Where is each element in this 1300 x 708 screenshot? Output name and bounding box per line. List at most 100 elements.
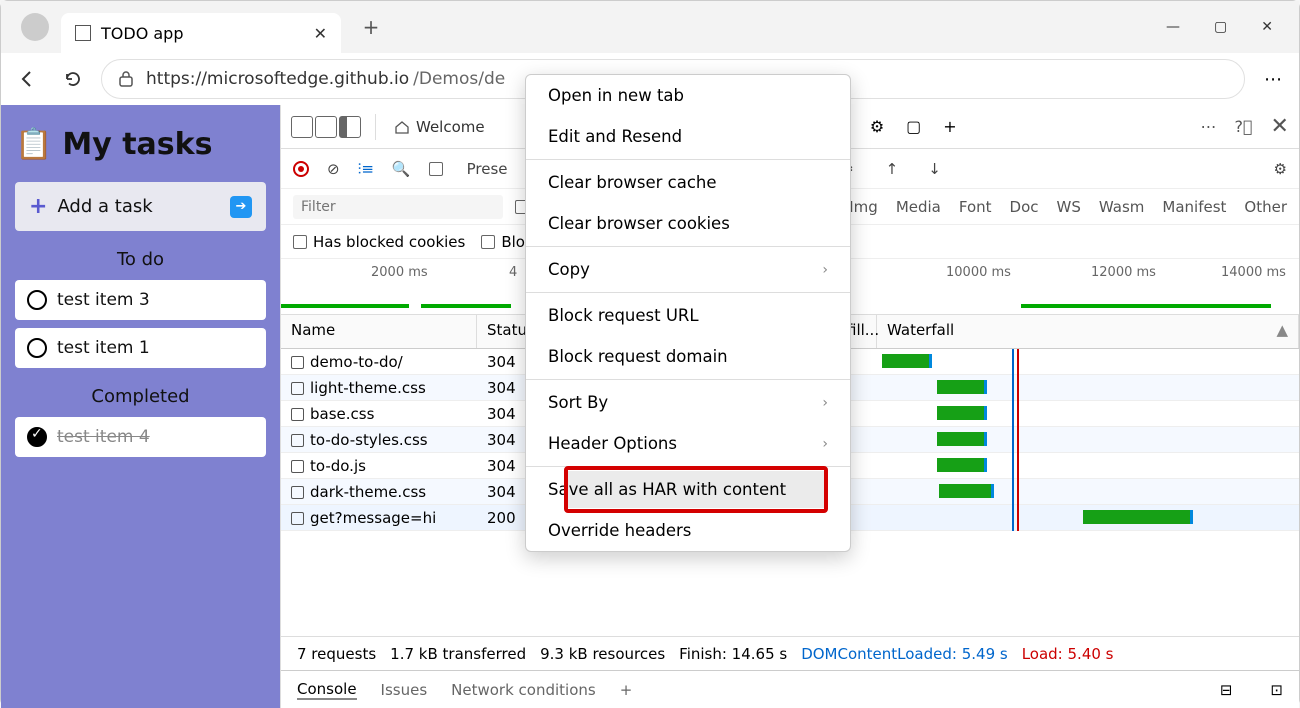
summary-resources: 9.3 kB resources [540, 645, 665, 663]
ctx-save-har[interactable]: Save all as HAR with content [526, 469, 850, 510]
app-header: 📋 My tasks [15, 127, 266, 162]
upload-icon[interactable]: ↑ [886, 160, 899, 178]
task-item[interactable]: test item 3 [15, 280, 266, 320]
ctx-override-headers[interactable]: Override headers [526, 510, 850, 551]
stylesheet-icon [291, 486, 304, 499]
clipboard-icon: 📋 [15, 127, 52, 162]
drawer-expand-icon[interactable]: ⊟ [1220, 681, 1233, 699]
dock-side-icon[interactable]: ▢ [906, 117, 921, 136]
summary-finish: Finish: 14.65 s [679, 645, 787, 663]
add-task-button[interactable]: + Add a task ➔ [15, 182, 266, 231]
ctx-edit-resend[interactable]: Edit and Resend [526, 116, 850, 157]
preserve-log-checkbox[interactable] [429, 162, 443, 176]
summary-dcl: DOMContentLoaded: 5.49 s [801, 645, 1008, 663]
filter-input[interactable] [293, 195, 503, 219]
settings-gear-icon[interactable]: ⚙ [870, 117, 884, 136]
add-task-label: Add a task [57, 196, 152, 217]
task-label: test item 1 [57, 338, 150, 358]
todo-app-panel: 📋 My tasks + Add a task ➔ To do test ite… [1, 105, 280, 708]
preserve-log-label: Prese [467, 160, 508, 178]
task-item[interactable]: test item 1 [15, 328, 266, 368]
chip-manifest[interactable]: Manifest [1162, 198, 1226, 216]
submit-arrow-icon[interactable]: ➔ [230, 196, 252, 218]
blocked-cookies-checkbox[interactable] [293, 235, 307, 249]
ctx-sort-by[interactable]: Sort By› [526, 382, 850, 423]
search-icon[interactable]: 🔍 [392, 160, 411, 178]
devtools-drawer: Console Issues Network conditions + ⊟ ⊡ [281, 670, 1299, 708]
ctx-clear-cookies[interactable]: Clear browser cookies [526, 203, 850, 244]
ctx-header-options[interactable]: Header Options› [526, 423, 850, 464]
ctx-clear-cache[interactable]: Clear browser cache [526, 162, 850, 203]
chip-ws[interactable]: WS [1057, 198, 1081, 216]
app-title: My tasks [62, 127, 212, 162]
col-name[interactable]: Name [281, 315, 477, 348]
chip-font[interactable]: Font [959, 198, 992, 216]
stylesheet-icon [291, 408, 304, 421]
maximize-icon[interactable]: ▢ [1214, 19, 1227, 35]
filter-toggle-icon[interactable]: ⫶≡ [358, 160, 374, 178]
tab-favicon [75, 25, 91, 41]
chip-doc[interactable]: Doc [1010, 198, 1039, 216]
task-label: test item 3 [57, 290, 150, 310]
ctx-copy[interactable]: Copy› [526, 249, 850, 290]
context-menu: Open in new tab Edit and Resend Clear br… [525, 74, 851, 552]
panel-settings-icon[interactable]: ⚙ [1274, 160, 1287, 178]
profile-avatar[interactable] [21, 13, 49, 41]
clear-icon[interactable]: ⊘ [327, 160, 340, 178]
close-tab-icon[interactable]: ✕ [314, 24, 327, 43]
completed-section-label: Completed [15, 386, 266, 407]
drawer-issues[interactable]: Issues [381, 681, 428, 699]
stylesheet-icon [291, 434, 304, 447]
blocked-cookies-label: Has blocked cookies [313, 233, 465, 251]
minimize-icon[interactable]: — [1166, 19, 1180, 35]
refresh-button[interactable] [55, 61, 91, 97]
titlebar: TODO app ✕ + — ▢ ✕ [1, 1, 1299, 53]
close-window-icon[interactable]: ✕ [1261, 19, 1273, 35]
help-icon[interactable]: ?⃝ [1234, 117, 1252, 136]
drawer-network-conditions[interactable]: Network conditions [451, 681, 596, 699]
back-button[interactable] [9, 61, 45, 97]
chip-media[interactable]: Media [896, 198, 941, 216]
summary-requests: 7 requests [297, 645, 376, 663]
browser-tab[interactable]: TODO app ✕ [61, 13, 341, 53]
window-controls: — ▢ ✕ [1166, 19, 1291, 35]
dock-controls[interactable] [291, 116, 361, 138]
lock-icon [118, 70, 134, 88]
type-chips: CSS Img Media Font Doc WS Wasm Manifest … [802, 198, 1287, 216]
browser-menu-icon[interactable]: ⋯ [1255, 69, 1291, 90]
drawer-add[interactable]: + [620, 681, 633, 699]
drawer-close-icon[interactable]: ⊡ [1270, 681, 1283, 699]
tab-title: TODO app [101, 24, 183, 43]
close-devtools-icon[interactable]: ✕ [1271, 114, 1289, 139]
task-item-done[interactable]: test item 4 [15, 417, 266, 457]
chip-wasm[interactable]: Wasm [1099, 198, 1145, 216]
chip-other[interactable]: Other [1244, 198, 1287, 216]
script-icon [291, 460, 304, 473]
chip-img[interactable]: Img [849, 198, 878, 216]
ctx-open-new-tab[interactable]: Open in new tab [526, 75, 850, 116]
welcome-tab[interactable]: Welcome [390, 110, 489, 144]
add-tab-icon[interactable]: + [943, 117, 956, 136]
drawer-console[interactable]: Console [297, 680, 357, 700]
stylesheet-icon [291, 382, 304, 395]
col-waterfall[interactable]: Waterfall▲ [877, 315, 1299, 348]
checkbox-icon[interactable] [27, 338, 47, 358]
ctx-block-url[interactable]: Block request URL [526, 295, 850, 336]
chevron-right-icon: › [822, 436, 828, 452]
checkbox-icon[interactable] [27, 290, 47, 310]
fetch-icon [291, 512, 304, 525]
chevron-right-icon: › [822, 262, 828, 278]
more-tools-icon[interactable]: ⋯ [1200, 117, 1216, 136]
network-summary: 7 requests 1.7 kB transferred 9.3 kB res… [281, 636, 1299, 670]
plus-icon: + [29, 194, 47, 219]
download-icon[interactable]: ↓ [928, 160, 941, 178]
document-icon [291, 356, 304, 369]
task-label: test item 4 [57, 427, 150, 447]
ctx-block-domain[interactable]: Block request domain [526, 336, 850, 377]
record-icon[interactable] [293, 161, 309, 177]
chevron-right-icon: › [822, 395, 828, 411]
checkbox-checked-icon[interactable] [27, 427, 47, 447]
todo-section-label: To do [15, 249, 266, 270]
blocked-requests-checkbox[interactable] [481, 235, 495, 249]
new-tab-button[interactable]: + [355, 11, 387, 43]
